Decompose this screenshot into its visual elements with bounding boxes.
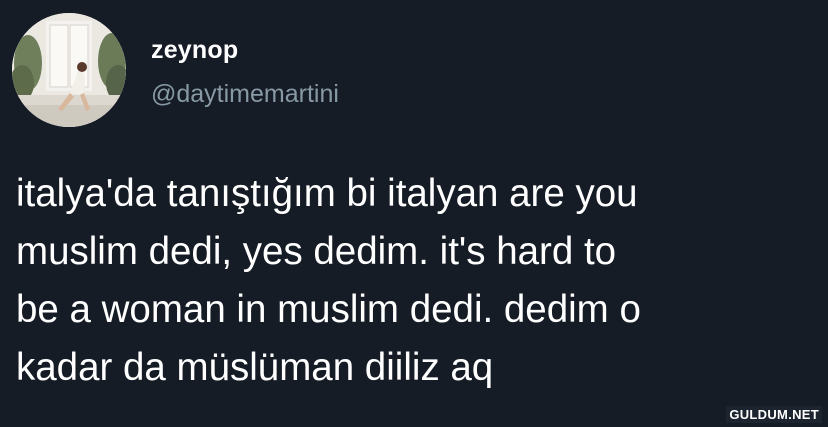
tweet-card: zeynop @daytimemartini italya'da tanıştı… <box>0 0 828 427</box>
avatar[interactable] <box>12 13 126 127</box>
tweet-text: italya'da tanıştığım bi italyan are you … <box>16 172 641 389</box>
user-handle[interactable]: @daytimemartini <box>151 80 339 109</box>
watermark: GULDUM.NET <box>726 406 822 423</box>
display-name[interactable]: zeynop <box>151 36 238 65</box>
profile-photo-icon <box>12 13 126 127</box>
